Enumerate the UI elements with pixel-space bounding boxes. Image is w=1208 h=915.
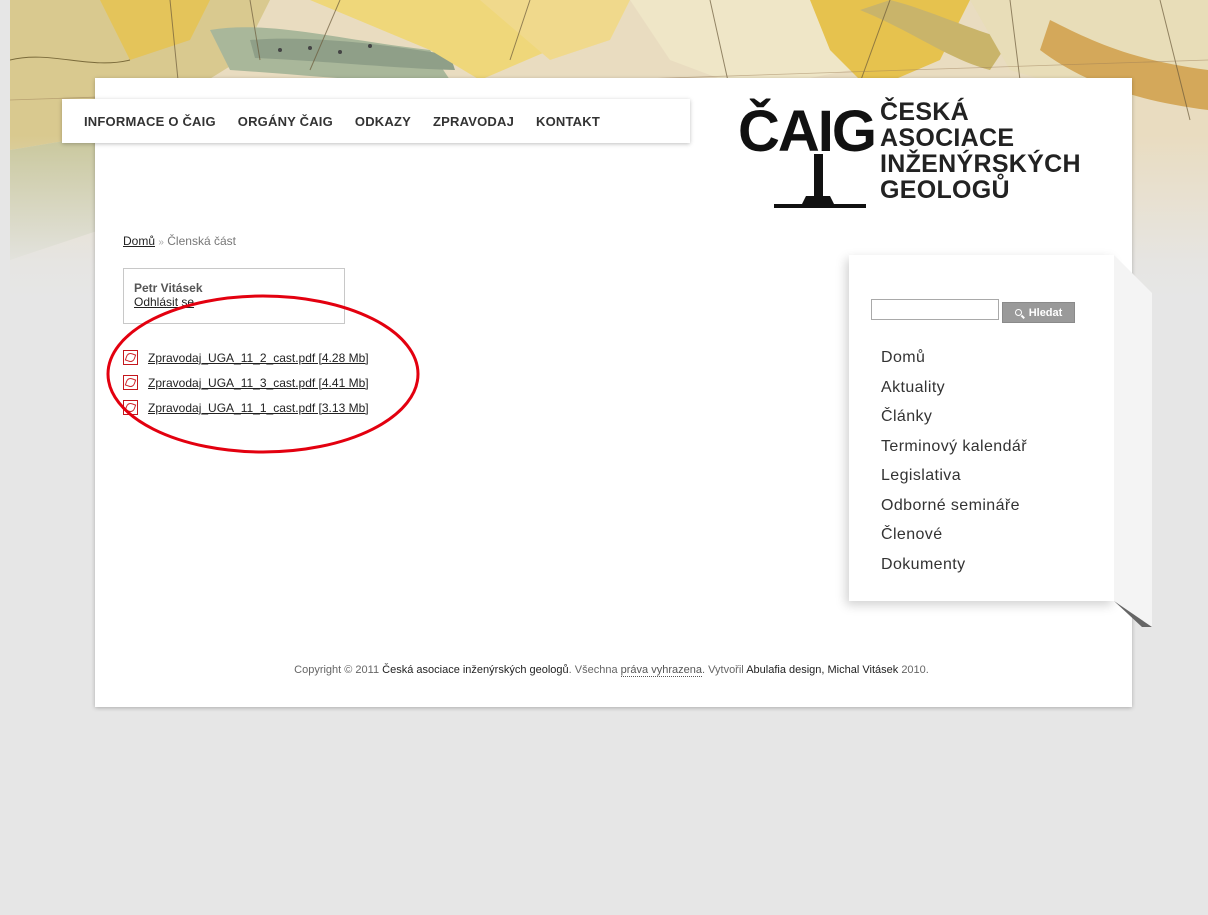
search-input[interactable] <box>871 299 999 320</box>
site-logo[interactable]: ČAIG ČESKÁ ASOCIACE INŽENÝRSKÝCH GEOLOGŮ <box>738 92 1108 222</box>
logo-wordmark: ČESKÁ ASOCIACE INŽENÝRSKÝCH GEOLOGŮ <box>880 99 1081 203</box>
footer-made-by: . Vytvořil <box>701 664 744 676</box>
nav-organy[interactable]: ORGÁNY ČAIG <box>238 114 333 129</box>
logo-mark: ČAIG <box>738 99 877 164</box>
breadcrumb-separator: » <box>158 237 164 248</box>
sidebar-menu: Domů Aktuality Články Terminový kalendář… <box>881 343 1027 579</box>
sidebar-item-seminare[interactable]: Odborné semináře <box>881 491 1027 521</box>
sidebar-item-dokumenty[interactable]: Dokumenty <box>881 550 1027 580</box>
footer-year: 2010. <box>901 664 929 676</box>
logo-line-2: ASOCIACE <box>880 124 1015 152</box>
nav-zpravodaj[interactable]: ZPRAVODAJ <box>433 114 514 129</box>
breadcrumb-current: Členská část <box>167 234 236 248</box>
nav-informace[interactable]: INFORMACE O ČAIG <box>84 114 216 129</box>
sidebar-item-domu[interactable]: Domů <box>881 343 1027 373</box>
sidebar-item-kalendar[interactable]: Terminový kalendář <box>881 432 1027 462</box>
logo-line-3: INŽENÝRSKÝCH <box>880 150 1081 178</box>
logo-line-4: GEOLOGŮ <box>880 176 1010 204</box>
logo-line-1: ČESKÁ <box>880 98 970 126</box>
footer-rights-pre: . Všechna <box>568 664 618 676</box>
breadcrumb: Domů » Členská část <box>123 234 236 248</box>
footer-org: Česká asociace inženýrských geologů <box>382 664 569 676</box>
sidebar-item-clanky[interactable]: Články <box>881 402 1027 432</box>
search-button-label: Hledat <box>1028 306 1063 319</box>
nav-kontakt[interactable]: KONTAKT <box>536 114 600 129</box>
sidebar-item-clenove[interactable]: Členové <box>881 520 1027 550</box>
sidebar-fold <box>1114 255 1152 627</box>
footer-rights-link[interactable]: práva vyhrazena <box>620 664 702 677</box>
footer: Copyright © 2011 Česká asociace inženýrs… <box>0 664 1208 677</box>
sidebar-item-aktuality[interactable]: Aktuality <box>881 373 1027 403</box>
red-annotation-ellipse <box>106 294 420 454</box>
hammer-icon <box>774 154 866 208</box>
main-navigation: INFORMACE O ČAIG ORGÁNY ČAIG ODKAZY ZPRA… <box>62 99 690 143</box>
nav-odkazy[interactable]: ODKAZY <box>355 114 411 129</box>
search-icon <box>1014 309 1022 316</box>
footer-copyright: Copyright © 2011 <box>294 664 380 676</box>
footer-designer[interactable]: Abulafia design, Michal Vitásek <box>746 664 898 676</box>
breadcrumb-home-link[interactable]: Domů <box>123 234 155 248</box>
search-button[interactable]: Hledat <box>1002 302 1075 323</box>
sidebar-item-legislativa[interactable]: Legislativa <box>881 461 1027 491</box>
